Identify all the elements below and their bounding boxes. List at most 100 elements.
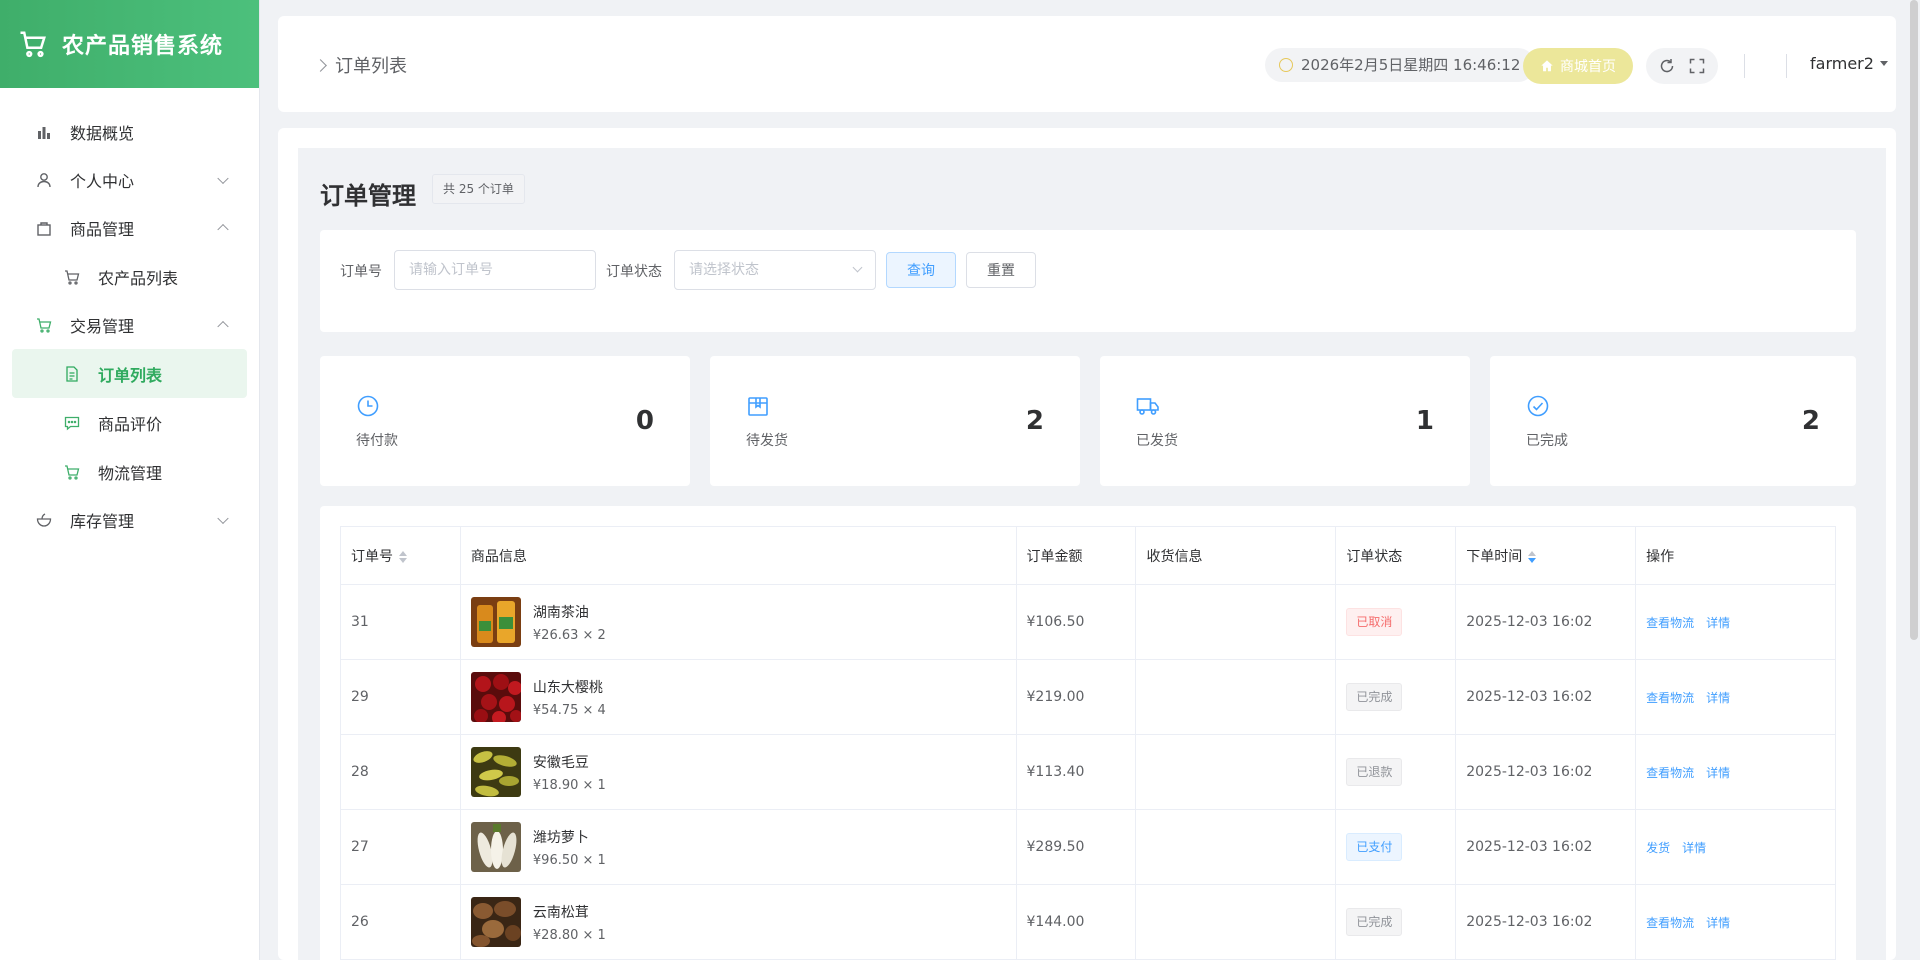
shipping-info [1135, 809, 1337, 885]
table-row: 26 云南松茸 ¥28.80 × 1 ¥144.00 已完成 2025-12-03… [340, 884, 1836, 960]
detail-link[interactable]: 详情 [1706, 616, 1730, 630]
order-id: 27 [340, 809, 461, 885]
sidebar-item-product-list[interactable]: 农产品列表 [0, 252, 259, 301]
query-button[interactable]: 查询 [886, 252, 956, 288]
view-logistics-link[interactable]: 查看物流 [1646, 916, 1694, 930]
view-logistics-link[interactable]: 查看物流 [1646, 616, 1694, 630]
comment-icon [64, 415, 80, 431]
actions-cell: 查看物流 详情 [1635, 734, 1836, 810]
sort-icon[interactable] [399, 550, 407, 563]
sort-icon[interactable] [1528, 550, 1537, 563]
shipping-info [1135, 659, 1337, 735]
sidebar-item-products[interactable]: 商品管理 [0, 204, 259, 252]
status-cell: 已完成 [1335, 659, 1457, 735]
view-logistics-link[interactable]: 查看物流 [1646, 691, 1694, 705]
sidebar: 农产品销售系统 数据概览 个人中心 商品管理 农产品列表 交易管理 订单列表 商… [0, 0, 260, 960]
sidebar-item-label: 个人中心 [70, 172, 135, 191]
app-logo[interactable]: 农产品销售系统 [0, 0, 259, 88]
sidebar-item-order-list[interactable]: 订单列表 [12, 349, 247, 398]
column-header-product: 商品信息 [459, 526, 1017, 585]
column-header-time[interactable]: 下单时间 [1455, 526, 1637, 585]
sidebar-item-inventory[interactable]: 库存管理 [0, 496, 259, 544]
chevron-up-icon [217, 223, 229, 236]
status-cell: 已取消 [1335, 584, 1457, 660]
product-price: ¥26.63 × 2 [532, 627, 606, 643]
datetime-text: 2026年2月5日星期四 16:46:12 [1301, 56, 1521, 74]
status-badge: 已支付 [1346, 833, 1403, 861]
username: farmer2 [1810, 54, 1874, 73]
mall-home-button[interactable]: 商城首页 [1523, 48, 1633, 84]
cart-icon [64, 464, 80, 480]
order-count-badge: 共 25 个订单 [432, 174, 525, 204]
stat-card-pending-shipment: 待发货 2 [710, 356, 1080, 486]
truck-icon [1136, 398, 1159, 415]
sidebar-item-profile[interactable]: 个人中心 [0, 156, 259, 204]
user-menu[interactable]: farmer2 [1810, 54, 1888, 73]
chevron-down-icon [217, 172, 229, 185]
home-icon [1541, 60, 1553, 72]
sidebar-menu: 数据概览 个人中心 商品管理 农产品列表 交易管理 订单列表 商品评价 物流管理… [0, 88, 259, 544]
status-cell: 已支付 [1335, 809, 1457, 885]
status-select[interactable]: 请选择状态 [674, 250, 876, 290]
orders-table: 订单号 商品信息 订单金额 收货信息 订单状态 下单时间 操作 31 湖南茶油 ¥… [340, 526, 1836, 960]
order-id: 29 [340, 659, 461, 735]
product-name: 湖南茶油 [532, 604, 589, 621]
shipping-info [1135, 734, 1337, 810]
table-row: 31 湖南茶油 ¥26.63 × 2 ¥106.50 已取消 2025-12-03… [340, 584, 1836, 660]
refresh-icon[interactable] [1658, 57, 1676, 75]
header-tools [1646, 48, 1718, 84]
ship-link[interactable]: 发货 [1646, 841, 1670, 855]
main-content: 订单管理 共 25 个订单 订单号 请输入订单号 订单状态 请选择状态 查询 重… [298, 148, 1886, 960]
chevron-right-icon [314, 58, 327, 72]
order-no-input[interactable]: 请输入订单号 [394, 250, 596, 290]
stat-card-pending-payment: 待付款 0 [320, 356, 690, 486]
page-scrollbar[interactable] [1910, 0, 1918, 640]
sidebar-item-logistics[interactable]: 物流管理 [0, 447, 259, 496]
cart-icon [36, 317, 52, 333]
stat-label: 已发货 [1136, 433, 1178, 449]
product-name: 安徽毛豆 [532, 754, 589, 771]
orders-table-card: 订单号 商品信息 订单金额 收货信息 订单状态 下单时间 操作 31 湖南茶油 ¥… [320, 506, 1856, 960]
bar-chart-icon [36, 124, 52, 140]
stat-label: 已完成 [1526, 433, 1568, 449]
divider [1744, 54, 1745, 78]
product-price: ¥96.50 × 1 [532, 852, 606, 868]
detail-link[interactable]: 详情 [1706, 691, 1730, 705]
order-amount: ¥113.40 [1015, 734, 1137, 810]
product-cell: 云南松茸 ¥28.80 × 1 [459, 884, 1017, 960]
view-logistics-link[interactable]: 查看物流 [1646, 766, 1694, 780]
cart-icon [64, 269, 80, 285]
stat-value: 2 [1025, 406, 1044, 436]
sidebar-item-trade[interactable]: 交易管理 [0, 301, 259, 349]
detail-link[interactable]: 详情 [1682, 841, 1706, 855]
document-icon [64, 365, 80, 382]
sidebar-item-dashboard[interactable]: 数据概览 [0, 108, 259, 156]
actions-cell: 查看物流 详情 [1635, 659, 1836, 735]
sidebar-item-reviews[interactable]: 商品评价 [0, 398, 259, 447]
reset-button[interactable]: 重置 [966, 252, 1036, 288]
detail-link[interactable]: 详情 [1706, 766, 1730, 780]
status-label: 订单状态 [606, 264, 662, 280]
column-header-actions: 操作 [1635, 526, 1836, 585]
user-icon [36, 172, 52, 188]
detail-link[interactable]: 详情 [1706, 916, 1730, 930]
product-name: 潍坊萝卜 [532, 829, 589, 846]
breadcrumb-current[interactable]: 订单列表 [335, 52, 407, 78]
fullscreen-icon[interactable] [1688, 57, 1706, 75]
sidebar-item-label: 数据概览 [70, 124, 135, 143]
product-cell: 湖南茶油 ¥26.63 × 2 [459, 584, 1017, 660]
stat-value: 0 [635, 406, 654, 436]
top-header: 订单列表 2026年2月5日星期四 16:46:12 商城首页 farmer2 [278, 16, 1896, 112]
sidebar-item-label: 商品评价 [98, 414, 163, 434]
order-time: 2025-12-03 16:02 [1455, 884, 1637, 960]
column-header-order-no[interactable]: 订单号 [340, 526, 461, 585]
sidebar-item-label: 农产品列表 [98, 268, 179, 288]
package-icon [748, 397, 768, 416]
trade-submenu: 订单列表 商品评价 物流管理 [0, 349, 259, 496]
order-time: 2025-12-03 16:02 [1455, 734, 1637, 810]
app-title: 农产品销售系统 [62, 34, 224, 59]
column-header-status: 订单状态 [1335, 526, 1457, 585]
filter-card: 订单号 请输入订单号 订单状态 请选择状态 查询 重置 [320, 230, 1856, 332]
sidebar-item-label: 物流管理 [98, 463, 163, 483]
page-title: 订单管理 [320, 182, 416, 210]
